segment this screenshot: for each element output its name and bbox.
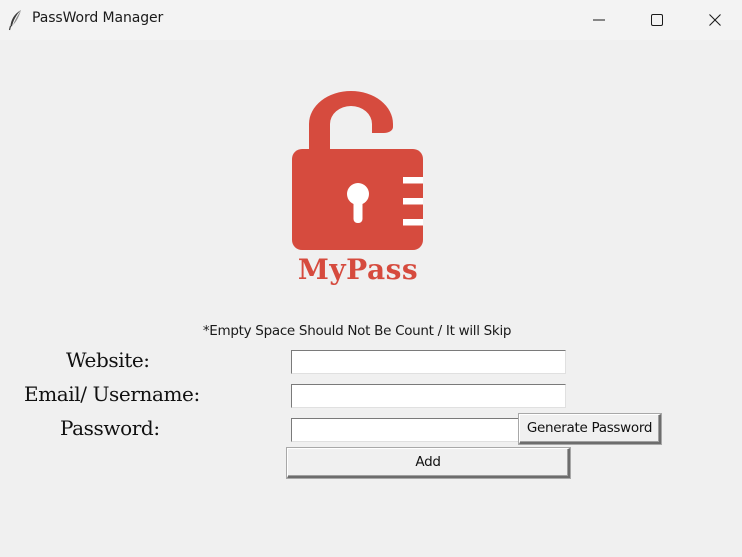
email-input[interactable] bbox=[291, 384, 566, 408]
password-label: Password: bbox=[60, 416, 160, 440]
password-input[interactable] bbox=[291, 418, 519, 442]
website-label: Website: bbox=[66, 348, 150, 372]
minimize-button[interactable] bbox=[570, 0, 628, 40]
lock-notch bbox=[403, 219, 423, 226]
feather-icon bbox=[7, 9, 25, 31]
close-button[interactable] bbox=[686, 0, 742, 40]
maximize-icon bbox=[651, 14, 663, 26]
logo-text: MyPass bbox=[298, 253, 418, 286]
website-input[interactable] bbox=[291, 350, 566, 374]
minimize-icon bbox=[593, 19, 605, 21]
lock-notch bbox=[403, 198, 423, 205]
title-bar[interactable]: PassWord Manager bbox=[0, 0, 742, 40]
mypass-logo: MyPass bbox=[285, 88, 430, 288]
maximize-button[interactable] bbox=[628, 0, 686, 40]
window-title: PassWord Manager bbox=[32, 10, 164, 26]
lock-notch bbox=[403, 177, 423, 184]
generate-password-button[interactable]: Generate Password bbox=[519, 414, 661, 444]
email-label: Email/ Username: bbox=[24, 382, 200, 406]
close-icon bbox=[709, 14, 721, 26]
add-button[interactable]: Add bbox=[287, 448, 570, 478]
keyhole-slot bbox=[353, 196, 363, 223]
open-padlock-icon bbox=[309, 91, 393, 154]
app-window: PassWord Manager MyPass *Empty Space Sho… bbox=[0, 0, 742, 557]
hint-text: *Empty Space Should Not Be Count / It wi… bbox=[202, 323, 512, 339]
